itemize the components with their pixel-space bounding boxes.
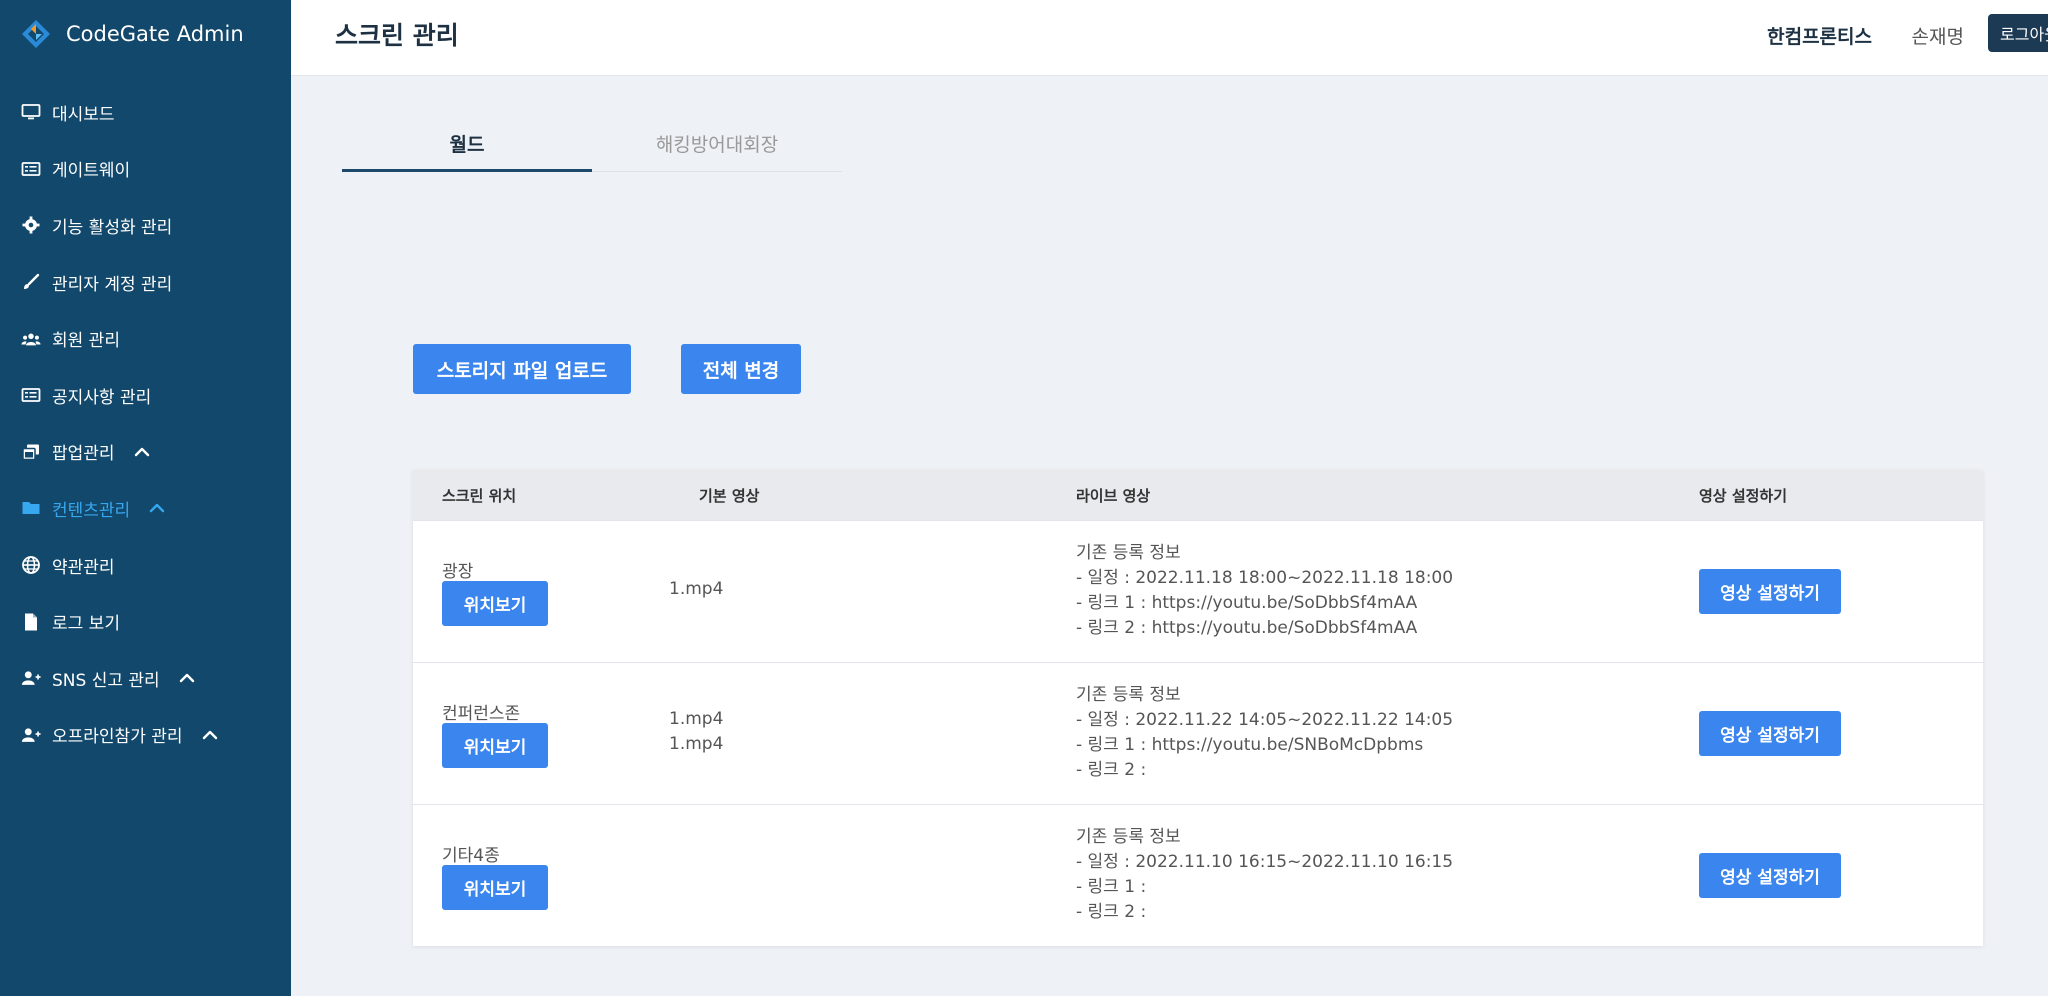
user-name: 손재명: [1911, 26, 1964, 48]
live-info-link-2: - 링크 2 : https://youtu.be/SoDbbSf4mAA: [1076, 618, 1418, 638]
column-header-basic-video: 기본 영상: [699, 487, 760, 505]
user-plus-icon: [20, 667, 42, 689]
logout-button[interactable]: 로그아웃: [1988, 14, 2048, 52]
storage-file-upload-button[interactable]: 스토리지 파일 업로드: [413, 344, 631, 394]
sidebar-item-popups[interactable]: 팝업관리: [0, 424, 291, 481]
column-header-live-video: 라이브 영상: [1076, 487, 1151, 505]
sidebar-item-label: 오프라인참가 관리: [52, 727, 183, 748]
basic-video-file: 1.mp4: [669, 734, 724, 754]
monitor-icon: [20, 101, 42, 123]
file-icon: [20, 611, 42, 633]
brush-icon: [20, 271, 42, 293]
chevron-up-icon[interactable]: [148, 499, 166, 517]
list-icon: [20, 384, 42, 406]
page-title: 스크린 관리: [335, 21, 459, 50]
app-name: CodeGate Admin: [66, 22, 244, 46]
gear-icon: [20, 214, 42, 236]
live-video-cell: 기존 등록 정보 - 일정 : 2022.11.10 16:15~2022.11…: [1076, 825, 1453, 925]
globe-icon: [20, 554, 42, 576]
windows-icon: [20, 441, 42, 463]
live-info-title: 기존 등록 정보: [1076, 543, 1181, 563]
video-settings-button[interactable]: 영상 설정하기: [1699, 569, 1841, 614]
live-info-schedule: - 일정 : 2022.11.10 16:15~2022.11.10 16:15: [1076, 852, 1454, 872]
video-settings-button[interactable]: 영상 설정하기: [1699, 711, 1841, 756]
tab-hacking-defense-venue[interactable]: 해킹방어대회장: [592, 128, 842, 172]
chevron-up-icon[interactable]: [178, 669, 196, 687]
sidebar-item-dashboard[interactable]: 대시보드: [0, 84, 291, 141]
live-info-link-1: - 링크 1 : https://youtu.be/SoDbbSf4mAA: [1076, 593, 1418, 613]
user-plus-icon: [20, 724, 42, 746]
sidebar-item-notices[interactable]: 공지사항 관리: [0, 367, 291, 424]
screen-table: 스크린 위치 기본 영상 라이브 영상 영상 설정하기 광장 위치보기 1.mp…: [413, 470, 1983, 946]
live-info-schedule: - 일정 : 2022.11.22 14:05~2022.11.22 14:05: [1076, 710, 1454, 730]
location-name: 컨퍼런스존: [442, 704, 521, 724]
view-location-button[interactable]: 위치보기: [442, 723, 548, 768]
live-info-link-1: - 링크 1 :: [1076, 877, 1147, 897]
codegate-logo-icon: [20, 18, 52, 50]
location-name: 기타4종: [442, 846, 500, 866]
location-name: 광장: [442, 562, 474, 582]
basic-video-file: 1.mp4: [669, 709, 724, 729]
sidebar-item-label: SNS 신고 관리: [52, 670, 160, 691]
chevron-up-icon[interactable]: [133, 443, 151, 461]
sidebar-item-gateway[interactable]: 게이트웨이: [0, 141, 291, 198]
chevron-up-icon[interactable]: [201, 726, 219, 744]
sidebar-item-offline-participation[interactable]: 오프라인참가 관리: [0, 707, 291, 764]
table-row: 광장 위치보기 1.mp4 기존 등록 정보 - 일정 : 2022.11.18…: [413, 520, 1983, 662]
live-info-title: 기존 등록 정보: [1076, 827, 1181, 847]
sidebar-item-label: 기능 활성화 관리: [52, 217, 173, 238]
live-info-schedule: - 일정 : 2022.11.18 18:00~2022.11.18 18:00: [1076, 568, 1454, 588]
screen-tabs: 월드 해킹방어대회장: [342, 128, 842, 172]
users-icon: [20, 328, 42, 350]
tab-world[interactable]: 월드: [342, 128, 592, 172]
list-icon: [20, 158, 42, 180]
sidebar-item-label: 약관관리: [52, 557, 115, 578]
sidebar-item-label: 관리자 계정 관리: [52, 274, 173, 295]
basic-video-cell: 1.mp4 1.mp4: [669, 707, 723, 757]
sidebar-item-label: 게이트웨이: [52, 161, 131, 182]
live-info-link-2: - 링크 2 :: [1076, 760, 1147, 780]
brand[interactable]: CodeGate Admin: [20, 16, 244, 52]
table-header: 스크린 위치 기본 영상 라이브 영상 영상 설정하기: [413, 470, 1983, 520]
table-row: 컨퍼런스존 위치보기 1.mp4 1.mp4 기존 등록 정보 - 일정 : 2…: [413, 662, 1983, 804]
view-location-button[interactable]: 위치보기: [442, 581, 548, 626]
sidebar: CodeGate Admin 대시보드 게이트웨이 기능 활성화 관리 관리자 …: [0, 0, 291, 996]
table-row: 기타4종 위치보기 기존 등록 정보 - 일정 : 2022.11.10 16:…: [413, 804, 1983, 946]
sidebar-item-label: 공지사항 관리: [52, 387, 152, 408]
user-company: 한컴프론티스: [1767, 26, 1872, 48]
sidebar-item-label: 컨텐츠관리: [52, 500, 131, 521]
column-header-location: 스크린 위치: [442, 487, 517, 505]
sidebar-item-terms[interactable]: 약관관리: [0, 537, 291, 594]
live-info-link-2: - 링크 2 :: [1076, 902, 1147, 922]
change-all-button[interactable]: 전체 변경: [681, 344, 801, 394]
column-header-video-settings: 영상 설정하기: [1699, 487, 1788, 505]
live-info-link-1: - 링크 1 : https://youtu.be/SNBoMcDpbms: [1076, 735, 1424, 755]
sidebar-item-sns-reports[interactable]: SNS 신고 관리: [0, 650, 291, 707]
sidebar-item-feature-activation[interactable]: 기능 활성화 관리: [0, 197, 291, 254]
live-video-cell: 기존 등록 정보 - 일정 : 2022.11.18 18:00~2022.11…: [1076, 541, 1453, 641]
sidebar-item-label: 회원 관리: [52, 331, 120, 352]
sidebar-item-members[interactable]: 회원 관리: [0, 310, 291, 367]
sidebar-nav: 대시보드 게이트웨이 기능 활성화 관리 관리자 계정 관리 회원 관리 공지사…: [0, 84, 291, 763]
live-info-title: 기존 등록 정보: [1076, 685, 1181, 705]
folder-icon: [20, 497, 42, 519]
sidebar-item-label: 대시보드: [52, 104, 115, 125]
sidebar-item-logs[interactable]: 로그 보기: [0, 593, 291, 650]
sidebar-item-label: 팝업관리: [52, 444, 115, 465]
video-settings-button[interactable]: 영상 설정하기: [1699, 853, 1841, 898]
sidebar-item-admin-accounts[interactable]: 관리자 계정 관리: [0, 254, 291, 311]
basic-video-cell: 1.mp4: [669, 577, 723, 602]
basic-video-file: 1.mp4: [669, 579, 724, 599]
live-video-cell: 기존 등록 정보 - 일정 : 2022.11.22 14:05~2022.11…: [1076, 683, 1453, 783]
sidebar-item-contents[interactable]: 컨텐츠관리: [0, 480, 291, 537]
top-header: 스크린 관리 한컴프론티스 손재명 로그아웃: [291, 0, 2048, 76]
sidebar-item-label: 로그 보기: [52, 614, 120, 635]
view-location-button[interactable]: 위치보기: [442, 865, 548, 910]
